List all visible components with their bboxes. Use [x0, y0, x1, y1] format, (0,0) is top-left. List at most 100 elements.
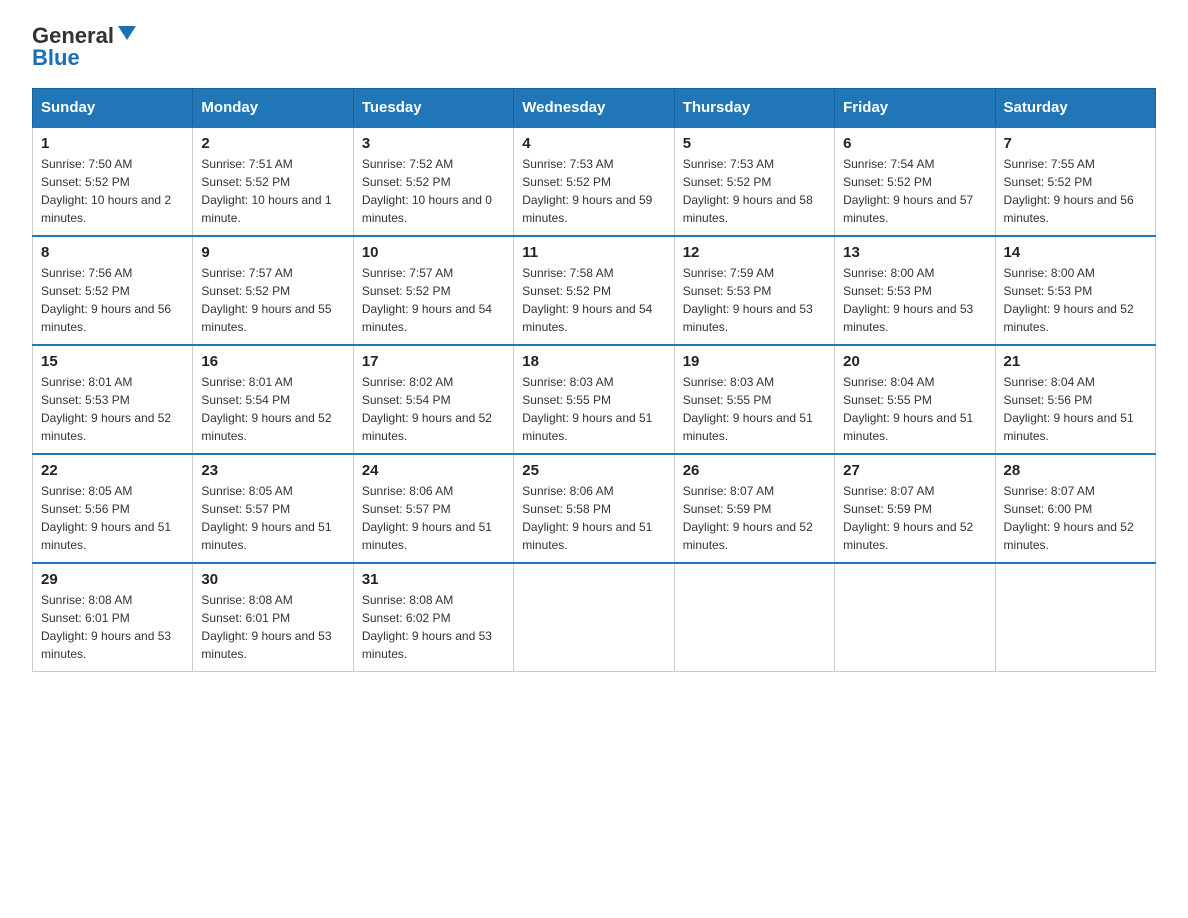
calendar-day-cell: 14 Sunrise: 8:00 AMSunset: 5:53 PMDaylig…: [995, 236, 1155, 345]
day-info: Sunrise: 7:56 AMSunset: 5:52 PMDaylight:…: [41, 266, 171, 334]
day-info: Sunrise: 8:03 AMSunset: 5:55 PMDaylight:…: [522, 375, 652, 443]
day-info: Sunrise: 8:07 AMSunset: 5:59 PMDaylight:…: [843, 484, 973, 552]
calendar-day-cell: 24 Sunrise: 8:06 AMSunset: 5:57 PMDaylig…: [353, 454, 513, 563]
logo-triangle-icon: [118, 26, 136, 40]
day-info: Sunrise: 8:00 AMSunset: 5:53 PMDaylight:…: [1004, 266, 1134, 334]
calendar-weekday-thursday: Thursday: [674, 89, 834, 128]
calendar-day-cell: 25 Sunrise: 8:06 AMSunset: 5:58 PMDaylig…: [514, 454, 674, 563]
calendar-day-cell: 31 Sunrise: 8:08 AMSunset: 6:02 PMDaylig…: [353, 563, 513, 672]
calendar-week-row: 15 Sunrise: 8:01 AMSunset: 5:53 PMDaylig…: [33, 345, 1156, 454]
day-info: Sunrise: 7:53 AMSunset: 5:52 PMDaylight:…: [683, 157, 813, 225]
day-info: Sunrise: 8:08 AMSunset: 6:01 PMDaylight:…: [41, 593, 171, 661]
calendar-day-cell: 16 Sunrise: 8:01 AMSunset: 5:54 PMDaylig…: [193, 345, 353, 454]
day-info: Sunrise: 8:06 AMSunset: 5:57 PMDaylight:…: [362, 484, 492, 552]
calendar-day-cell: [835, 563, 995, 672]
day-number: 11: [522, 244, 665, 261]
day-number: 15: [41, 353, 184, 370]
calendar-day-cell: 6 Sunrise: 7:54 AMSunset: 5:52 PMDayligh…: [835, 127, 995, 236]
calendar-day-cell: 18 Sunrise: 8:03 AMSunset: 5:55 PMDaylig…: [514, 345, 674, 454]
day-number: 4: [522, 135, 665, 152]
day-number: 26: [683, 462, 826, 479]
calendar-day-cell: 20 Sunrise: 8:04 AMSunset: 5:55 PMDaylig…: [835, 345, 995, 454]
day-number: 28: [1004, 462, 1147, 479]
day-info: Sunrise: 8:04 AMSunset: 5:55 PMDaylight:…: [843, 375, 973, 443]
calendar-day-cell: 15 Sunrise: 8:01 AMSunset: 5:53 PMDaylig…: [33, 345, 193, 454]
calendar-day-cell: 3 Sunrise: 7:52 AMSunset: 5:52 PMDayligh…: [353, 127, 513, 236]
calendar-day-cell: 28 Sunrise: 8:07 AMSunset: 6:00 PMDaylig…: [995, 454, 1155, 563]
day-info: Sunrise: 8:06 AMSunset: 5:58 PMDaylight:…: [522, 484, 652, 552]
day-number: 9: [201, 244, 344, 261]
logo: General Blue: [32, 24, 136, 70]
calendar-day-cell: 10 Sunrise: 7:57 AMSunset: 5:52 PMDaylig…: [353, 236, 513, 345]
day-info: Sunrise: 8:08 AMSunset: 6:02 PMDaylight:…: [362, 593, 492, 661]
calendar-day-cell: 13 Sunrise: 8:00 AMSunset: 5:53 PMDaylig…: [835, 236, 995, 345]
calendar-day-cell: [514, 563, 674, 672]
calendar-day-cell: 22 Sunrise: 8:05 AMSunset: 5:56 PMDaylig…: [33, 454, 193, 563]
day-number: 27: [843, 462, 986, 479]
calendar-week-row: 22 Sunrise: 8:05 AMSunset: 5:56 PMDaylig…: [33, 454, 1156, 563]
day-number: 18: [522, 353, 665, 370]
calendar-day-cell: 17 Sunrise: 8:02 AMSunset: 5:54 PMDaylig…: [353, 345, 513, 454]
calendar-header-row: SundayMondayTuesdayWednesdayThursdayFrid…: [33, 89, 1156, 128]
calendar-day-cell: 9 Sunrise: 7:57 AMSunset: 5:52 PMDayligh…: [193, 236, 353, 345]
day-number: 13: [843, 244, 986, 261]
day-info: Sunrise: 7:57 AMSunset: 5:52 PMDaylight:…: [362, 266, 492, 334]
calendar-day-cell: 4 Sunrise: 7:53 AMSunset: 5:52 PMDayligh…: [514, 127, 674, 236]
day-info: Sunrise: 8:07 AMSunset: 5:59 PMDaylight:…: [683, 484, 813, 552]
day-info: Sunrise: 8:02 AMSunset: 5:54 PMDaylight:…: [362, 375, 492, 443]
calendar-weekday-sunday: Sunday: [33, 89, 193, 128]
calendar-week-row: 1 Sunrise: 7:50 AMSunset: 5:52 PMDayligh…: [33, 127, 1156, 236]
calendar-day-cell: 5 Sunrise: 7:53 AMSunset: 5:52 PMDayligh…: [674, 127, 834, 236]
day-number: 14: [1004, 244, 1147, 261]
day-number: 21: [1004, 353, 1147, 370]
day-info: Sunrise: 7:52 AMSunset: 5:52 PMDaylight:…: [362, 157, 492, 225]
day-number: 6: [843, 135, 986, 152]
day-number: 31: [362, 571, 505, 588]
calendar-weekday-monday: Monday: [193, 89, 353, 128]
day-info: Sunrise: 8:07 AMSunset: 6:00 PMDaylight:…: [1004, 484, 1134, 552]
day-info: Sunrise: 8:04 AMSunset: 5:56 PMDaylight:…: [1004, 375, 1134, 443]
day-info: Sunrise: 7:55 AMSunset: 5:52 PMDaylight:…: [1004, 157, 1134, 225]
day-number: 2: [201, 135, 344, 152]
calendar-day-cell: 8 Sunrise: 7:56 AMSunset: 5:52 PMDayligh…: [33, 236, 193, 345]
day-info: Sunrise: 7:51 AMSunset: 5:52 PMDaylight:…: [201, 157, 331, 225]
day-info: Sunrise: 8:01 AMSunset: 5:53 PMDaylight:…: [41, 375, 171, 443]
calendar-day-cell: 26 Sunrise: 8:07 AMSunset: 5:59 PMDaylig…: [674, 454, 834, 563]
calendar-day-cell: 12 Sunrise: 7:59 AMSunset: 5:53 PMDaylig…: [674, 236, 834, 345]
day-number: 1: [41, 135, 184, 152]
day-number: 30: [201, 571, 344, 588]
calendar-day-cell: 2 Sunrise: 7:51 AMSunset: 5:52 PMDayligh…: [193, 127, 353, 236]
day-info: Sunrise: 8:05 AMSunset: 5:56 PMDaylight:…: [41, 484, 171, 552]
calendar-day-cell: 30 Sunrise: 8:08 AMSunset: 6:01 PMDaylig…: [193, 563, 353, 672]
day-number: 7: [1004, 135, 1147, 152]
calendar-weekday-saturday: Saturday: [995, 89, 1155, 128]
calendar-weekday-tuesday: Tuesday: [353, 89, 513, 128]
day-number: 25: [522, 462, 665, 479]
day-number: 10: [362, 244, 505, 261]
day-number: 12: [683, 244, 826, 261]
day-number: 8: [41, 244, 184, 261]
calendar-day-cell: [674, 563, 834, 672]
calendar-day-cell: 29 Sunrise: 8:08 AMSunset: 6:01 PMDaylig…: [33, 563, 193, 672]
calendar-day-cell: 19 Sunrise: 8:03 AMSunset: 5:55 PMDaylig…: [674, 345, 834, 454]
day-info: Sunrise: 8:01 AMSunset: 5:54 PMDaylight:…: [201, 375, 331, 443]
day-number: 24: [362, 462, 505, 479]
day-info: Sunrise: 7:57 AMSunset: 5:52 PMDaylight:…: [201, 266, 331, 334]
day-number: 17: [362, 353, 505, 370]
day-info: Sunrise: 7:53 AMSunset: 5:52 PMDaylight:…: [522, 157, 652, 225]
day-info: Sunrise: 7:50 AMSunset: 5:52 PMDaylight:…: [41, 157, 171, 225]
day-info: Sunrise: 7:59 AMSunset: 5:53 PMDaylight:…: [683, 266, 813, 334]
calendar-day-cell: 11 Sunrise: 7:58 AMSunset: 5:52 PMDaylig…: [514, 236, 674, 345]
day-number: 19: [683, 353, 826, 370]
page-header: General Blue: [32, 24, 1156, 70]
day-number: 23: [201, 462, 344, 479]
calendar-day-cell: 27 Sunrise: 8:07 AMSunset: 5:59 PMDaylig…: [835, 454, 995, 563]
calendar-weekday-friday: Friday: [835, 89, 995, 128]
calendar-weekday-wednesday: Wednesday: [514, 89, 674, 128]
day-number: 5: [683, 135, 826, 152]
calendar-day-cell: 23 Sunrise: 8:05 AMSunset: 5:57 PMDaylig…: [193, 454, 353, 563]
calendar-week-row: 29 Sunrise: 8:08 AMSunset: 6:01 PMDaylig…: [33, 563, 1156, 672]
calendar-day-cell: 1 Sunrise: 7:50 AMSunset: 5:52 PMDayligh…: [33, 127, 193, 236]
day-info: Sunrise: 8:08 AMSunset: 6:01 PMDaylight:…: [201, 593, 331, 661]
calendar-day-cell: 21 Sunrise: 8:04 AMSunset: 5:56 PMDaylig…: [995, 345, 1155, 454]
